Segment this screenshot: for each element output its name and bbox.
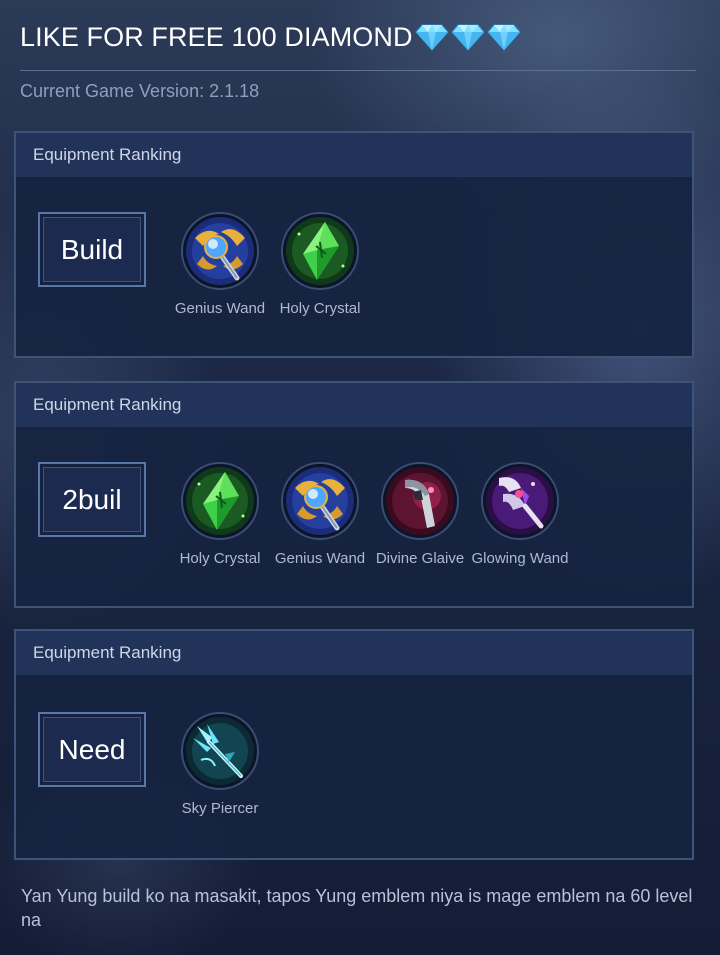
item-genius-wand[interactable]: Genius Wand xyxy=(170,212,270,317)
gem-icon xyxy=(414,24,449,51)
item-name: Divine Glaive xyxy=(375,550,465,567)
gem-icon xyxy=(450,24,485,51)
item-name: Holy Crystal xyxy=(179,550,261,567)
genius-wand-icon xyxy=(281,462,359,540)
glowing-wand-icon xyxy=(481,462,559,540)
holy-crystal-icon xyxy=(281,212,359,290)
panel-header: Equipment Ranking xyxy=(16,133,692,177)
title-divider xyxy=(20,70,696,71)
page-title: LIKE FOR FREE 100 DIAMOND xyxy=(20,21,413,52)
sky-piercer-icon xyxy=(181,712,259,790)
item-name: Sky Piercer xyxy=(181,800,259,817)
title-row: LIKE FOR FREE 100 DIAMOND xyxy=(20,18,521,56)
genius-wand-icon xyxy=(181,212,259,290)
item-divine-glaive[interactable]: Divine Glaive xyxy=(370,462,470,567)
comment-text: Yan Yung build ko na masakit, tapos Yung… xyxy=(21,886,693,930)
title-gems xyxy=(414,23,521,51)
divine-glaive-icon xyxy=(381,462,459,540)
holy-crystal-icon xyxy=(181,462,259,540)
item-holy-crystal[interactable]: Holy Crystal xyxy=(170,462,270,567)
item-holy-crystal[interactable]: Holy Crystal xyxy=(270,212,370,317)
item-name: Holy Crystal xyxy=(279,300,361,317)
build-label: Need xyxy=(38,712,146,787)
equipment-panel-2buil: Equipment Ranking 2buil Holy Crystal Gen… xyxy=(14,381,694,608)
equipment-panel-build: Equipment Ranking Build Genius Wand Holy… xyxy=(14,131,694,358)
item-sky-piercer[interactable]: Sky Piercer xyxy=(170,712,270,817)
build-label: Build xyxy=(38,212,146,287)
item-name: Glowing Wand xyxy=(471,550,569,567)
gem-icon xyxy=(486,24,521,51)
item-genius-wand[interactable]: Genius Wand xyxy=(270,462,370,567)
build-label: 2buil xyxy=(38,462,146,537)
panel-header: Equipment Ranking xyxy=(16,631,692,675)
item-name: Genius Wand xyxy=(174,300,266,317)
item-name: Genius Wand xyxy=(274,550,366,567)
panel-header: Equipment Ranking xyxy=(16,383,692,427)
equipment-panel-need: Equipment Ranking Need Sky Piercer xyxy=(14,629,694,860)
item-glowing-wand[interactable]: Glowing Wand xyxy=(470,462,570,567)
game-version: Current Game Version: 2.1.18 xyxy=(20,81,260,101)
